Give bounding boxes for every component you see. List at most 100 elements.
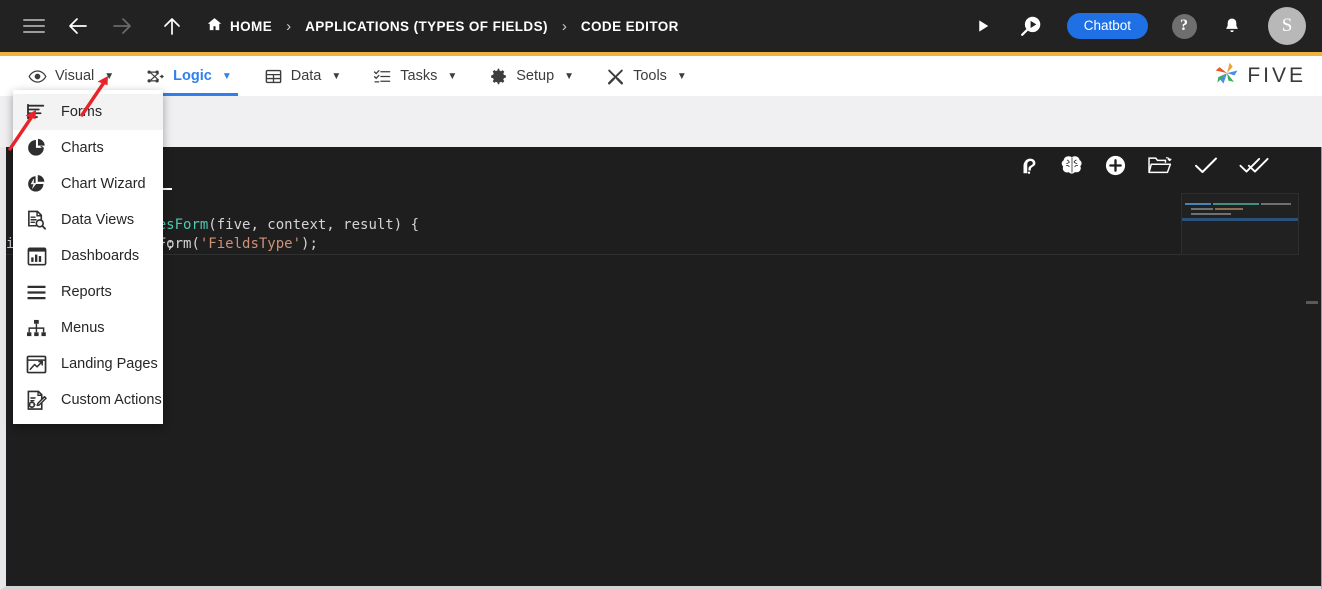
arrow-left-icon — [66, 14, 90, 38]
chart-wizard-icon — [25, 173, 48, 195]
app-root: HOME › APPLICATIONS (TYPES OF FIELDS) › … — [0, 0, 1322, 590]
landing-page-icon — [25, 353, 48, 375]
checklist-icon — [373, 67, 392, 86]
menu-item-data[interactable]: Data ▼ — [248, 56, 358, 96]
chevron-down-icon: ▼ — [104, 71, 114, 82]
wrench-screwdriver-icon — [606, 67, 625, 86]
dashboard-icon — [25, 245, 48, 267]
code-line-2-string: 'FieldsType' — [200, 236, 301, 252]
minimap-viewport-slider[interactable] — [1181, 193, 1299, 255]
chatbot-button[interactable]: Chatbot — [1067, 13, 1148, 39]
search-play-icon — [1018, 14, 1043, 39]
run-button[interactable] — [961, 6, 1005, 46]
breadcrumb: HOME › APPLICATIONS (TYPES OF FIELDS) › … — [206, 16, 679, 36]
chevron-down-icon: ▼ — [564, 71, 574, 82]
document-search-icon — [25, 209, 48, 231]
help-button[interactable]: ? — [1162, 6, 1206, 46]
add-plus-icon[interactable] — [1104, 154, 1127, 177]
menu-item-tasks-label: Tasks — [400, 68, 437, 84]
editor-scrollbar[interactable] — [1306, 193, 1320, 586]
chevron-down-icon: ▼ — [222, 71, 232, 82]
code-line-2-suffix: ); — [301, 236, 318, 252]
menu-item-data-label: Data — [291, 68, 322, 84]
dropdown-item-custom-actions[interactable]: Custom Actions — [13, 382, 163, 418]
avatar[interactable]: S — [1268, 7, 1306, 45]
breadcrumb-current-page: CODE EDITOR — [581, 19, 679, 34]
five-pinwheel-logo — [1213, 60, 1241, 93]
hamburger-icon — [23, 15, 45, 37]
top-bar-actions: Chatbot ? S — [961, 6, 1322, 46]
check-icon[interactable] — [1193, 153, 1219, 177]
dropdown-item-dashboards-label: Dashboards — [61, 248, 139, 264]
sub-toolbar-strip — [0, 96, 1322, 147]
question-mark-icon: ? — [1172, 14, 1197, 39]
dropdown-item-dashboards[interactable]: Dashboards — [13, 238, 163, 274]
notifications-button[interactable] — [1210, 6, 1254, 46]
code-content[interactable]: nFieldsTypesForm(five, context, result) … — [6, 193, 1321, 586]
five-brand-logo: FIVE — [1213, 60, 1306, 93]
custom-action-icon — [25, 389, 48, 411]
hamburger-menu-button[interactable] — [12, 6, 56, 46]
search-run-button[interactable] — [1009, 6, 1053, 46]
current-line-divider — [6, 254, 1181, 255]
home-icon — [206, 16, 223, 36]
menu-item-visual-label: Visual — [55, 68, 94, 84]
dropdown-item-forms[interactable]: Forms — [13, 94, 163, 130]
dropdown-item-landing-pages[interactable]: Landing Pages — [13, 346, 163, 382]
chevron-down-icon: ▼ — [447, 71, 457, 82]
forms-lines-icon — [25, 101, 48, 123]
dropdown-item-chart-wizard[interactable]: Chart Wizard — [13, 166, 163, 202]
top-navigation-bar: HOME › APPLICATIONS (TYPES OF FIELDS) › … — [0, 0, 1322, 52]
forward-button[interactable] — [100, 6, 144, 46]
editor-toolbar: n — [6, 147, 1321, 193]
editor-scrollbar-thumb[interactable] — [1306, 301, 1318, 304]
pie-chart-icon — [25, 137, 48, 159]
menu-item-setup-label: Setup — [516, 68, 554, 84]
dropdown-item-data-views-label: Data Views — [61, 212, 134, 228]
arrow-up-icon — [160, 14, 184, 38]
table-icon — [264, 67, 283, 86]
breadcrumb-application[interactable]: APPLICATIONS (TYPES OF FIELDS) — [305, 19, 548, 34]
visual-dropdown-menu: Forms Charts Chart Wizard — [13, 90, 163, 424]
logic-nodes-icon — [146, 67, 165, 86]
dropdown-item-chart-wizard-label: Chart Wizard — [61, 176, 146, 192]
breadcrumb-home-label: HOME — [230, 19, 272, 34]
editor-action-icons — [1018, 153, 1269, 177]
dropdown-item-custom-actions-label: Custom Actions — [61, 392, 162, 408]
double-check-icon[interactable] — [1239, 153, 1269, 177]
play-icon — [974, 17, 992, 35]
open-folder-icon[interactable] — [1147, 153, 1173, 177]
gear-icon — [489, 67, 508, 86]
menu-item-tools-label: Tools — [633, 68, 667, 84]
report-lines-icon — [25, 281, 48, 303]
dropdown-item-charts-label: Charts — [61, 140, 104, 156]
menu-item-setup[interactable]: Setup ▼ — [473, 56, 590, 96]
brain-ai-icon[interactable] — [1060, 153, 1084, 177]
module-menu-bar: Visual ▼ Logic ▼ — [0, 56, 1322, 96]
breadcrumb-separator-2: › — [548, 18, 581, 35]
menu-item-logic-label: Logic — [173, 68, 212, 84]
up-button[interactable] — [150, 6, 194, 46]
five-wordmark: FIVE — [1247, 64, 1306, 88]
dropdown-item-reports[interactable]: Reports — [13, 274, 163, 310]
dropdown-item-landing-pages-label: Landing Pages — [61, 356, 158, 372]
help-head-icon[interactable] — [1018, 154, 1040, 176]
dropdown-item-data-views[interactable]: Data Views — [13, 202, 163, 238]
arrow-right-icon — [110, 14, 134, 38]
eye-icon — [28, 67, 47, 86]
code-minimap[interactable] — [1181, 193, 1299, 586]
chevron-down-icon: ▼ — [677, 71, 687, 82]
dropdown-item-menus-label: Menus — [61, 320, 105, 336]
chevron-down-icon: ▼ — [331, 71, 341, 82]
dropdown-item-reports-label: Reports — [61, 284, 112, 300]
breadcrumb-separator-1: › — [272, 18, 305, 35]
menu-item-tasks[interactable]: Tasks ▼ — [357, 56, 473, 96]
dropdown-item-charts[interactable]: Charts — [13, 130, 163, 166]
dropdown-item-forms-label: Forms — [61, 104, 102, 120]
bell-icon — [1222, 16, 1242, 36]
back-button[interactable] — [56, 6, 100, 46]
code-editor-panel: n — [0, 147, 1322, 590]
breadcrumb-home[interactable]: HOME — [206, 16, 272, 36]
menu-item-tools[interactable]: Tools ▼ — [590, 56, 703, 96]
dropdown-item-menus[interactable]: Menus — [13, 310, 163, 346]
